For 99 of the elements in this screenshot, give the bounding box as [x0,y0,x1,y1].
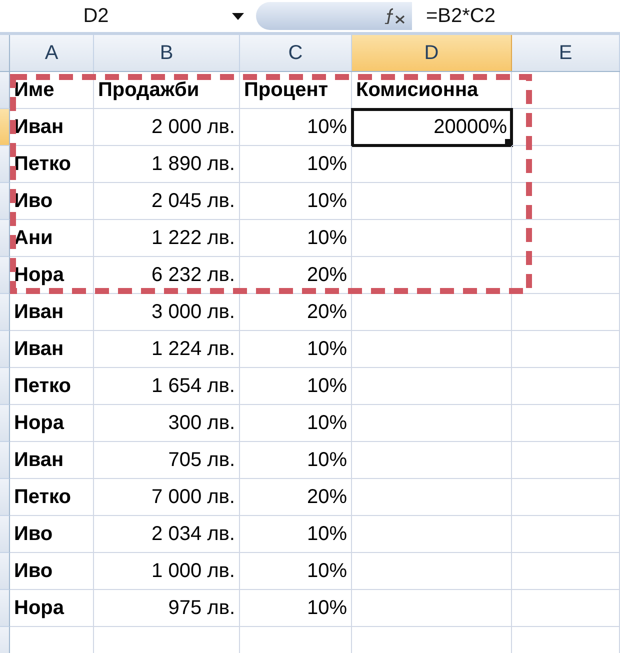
table-cell[interactable]: 10% [240,553,352,590]
table-cell[interactable]: 7 000 лв. [94,479,240,516]
table-cell[interactable] [512,294,620,331]
table-cell[interactable]: 3 000 лв. [94,294,240,331]
insert-function-button[interactable] [256,2,412,30]
row-header[interactable] [0,331,10,368]
table-cell[interactable]: 975 лв. [94,590,240,627]
table-cell[interactable] [512,109,620,146]
table-cell[interactable] [512,183,620,220]
table-cell[interactable]: Ани [10,220,94,257]
table-cell[interactable]: 1 890 лв. [94,146,240,183]
table-cell[interactable]: 10% [240,331,352,368]
row-header[interactable] [0,72,10,109]
table-cell[interactable]: 1 222 лв. [94,220,240,257]
table-cell[interactable]: 300 лв. [94,405,240,442]
table-cell[interactable]: Иво [10,516,94,553]
row-header[interactable] [0,183,10,220]
table-cell[interactable] [352,442,512,479]
table-cell[interactable]: Процент [240,72,352,109]
table-cell[interactable] [512,516,620,553]
table-cell[interactable]: 1 224 лв. [94,331,240,368]
table-cell[interactable]: 20% [240,479,352,516]
row-header[interactable] [0,516,10,553]
table-cell[interactable] [352,479,512,516]
row-header[interactable] [0,590,10,627]
name-box[interactable]: D2 [0,4,232,28]
table-cell[interactable] [512,331,620,368]
table-cell[interactable]: 10% [240,442,352,479]
row-header[interactable] [0,627,10,653]
table-cell[interactable]: 10% [240,183,352,220]
table-cell[interactable]: 20% [240,257,352,294]
table-cell[interactable] [512,368,620,405]
table-cell[interactable] [352,516,512,553]
table-cell[interactable] [352,220,512,257]
column-header[interactable]: D [352,35,512,71]
column-header[interactable]: B [94,35,240,71]
table-cell[interactable]: Петко [10,479,94,516]
table-cell[interactable] [512,405,620,442]
table-cell[interactable]: Петко [10,146,94,183]
function-icon [384,8,406,24]
table-cell[interactable] [512,553,620,590]
table-cell[interactable]: Име [10,72,94,109]
table-cell[interactable] [512,146,620,183]
row-header[interactable] [0,257,10,294]
row-header[interactable] [0,553,10,590]
select-all-corner[interactable] [0,35,10,71]
table-cell[interactable]: 705 лв. [94,442,240,479]
table-cell[interactable]: Иван [10,331,94,368]
table-cell[interactable]: Комисионна [352,72,512,109]
table-cell[interactable] [352,331,512,368]
table-cell[interactable] [352,553,512,590]
row-header[interactable] [0,405,10,442]
table-cell[interactable]: Нора [10,257,94,294]
table-cell[interactable]: 10% [240,146,352,183]
table-cell[interactable]: Продажби [94,72,240,109]
row-header[interactable] [0,146,10,183]
row-header[interactable] [0,220,10,257]
table-cell[interactable] [512,442,620,479]
table-cell[interactable]: 2 034 лв. [94,516,240,553]
table-cell[interactable]: 2 000 лв. [94,109,240,146]
table-cell[interactable]: 6 232 лв. [94,257,240,294]
table-cell[interactable] [512,72,620,109]
table-cell[interactable]: 1 000 лв. [94,553,240,590]
table-cell[interactable]: Иво [10,553,94,590]
table-cell[interactable]: Иван [10,442,94,479]
formula-field[interactable]: =B2*C2 [412,4,620,28]
table-cell[interactable]: Иво [10,183,94,220]
table-cell[interactable]: 20000% [352,109,512,146]
table-cell[interactable]: Нора [10,405,94,442]
row-header[interactable] [0,294,10,331]
table-cell[interactable]: 10% [240,590,352,627]
column-header[interactable]: A [10,35,94,71]
column-header[interactable]: E [512,35,620,71]
table-cell[interactable] [512,220,620,257]
table-cell[interactable] [352,590,512,627]
column-header[interactable]: C [240,35,352,71]
dropdown-arrow-icon[interactable] [232,12,244,20]
table-cell[interactable] [352,368,512,405]
table-cell[interactable] [512,590,620,627]
row-header[interactable] [0,109,10,146]
table-cell[interactable]: Петко [10,368,94,405]
table-cell[interactable] [512,479,620,516]
table-cell[interactable] [352,146,512,183]
table-cell[interactable]: 10% [240,109,352,146]
row-header[interactable] [0,368,10,405]
table-cell[interactable] [352,183,512,220]
table-cell[interactable]: Иван [10,294,94,331]
table-cell[interactable] [352,294,512,331]
table-cell[interactable]: 1 654 лв. [94,368,240,405]
table-cell[interactable]: 10% [240,368,352,405]
table-cell[interactable] [352,405,512,442]
table-cell[interactable]: Нора [10,590,94,627]
table-cell[interactable]: 10% [240,220,352,257]
row-header[interactable] [0,479,10,516]
table-cell[interactable]: 10% [240,516,352,553]
table-cell[interactable]: 10% [240,405,352,442]
table-cell[interactable]: 20% [240,294,352,331]
table-cell[interactable]: 2 045 лв. [94,183,240,220]
row-header[interactable] [0,442,10,479]
